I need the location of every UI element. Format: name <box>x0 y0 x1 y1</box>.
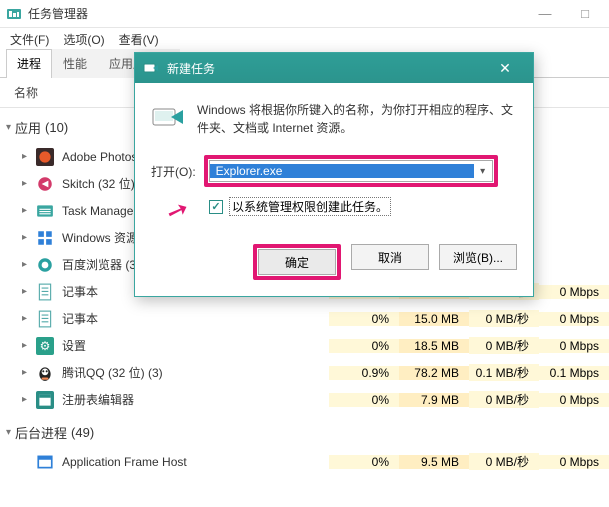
cell-disk: 0 MB/秒 <box>469 391 539 408</box>
cell-net: 0 Mbps <box>539 393 609 407</box>
chevron-down-icon: ▾ <box>6 427 11 438</box>
cell-mem: 9.5 MB <box>399 455 469 469</box>
new-task-dialog: 新建任务 ✕ Windows 将根据你所键入的名称，为你打开相应的程序、文件夹、… <box>134 52 534 297</box>
notepad-icon <box>36 310 54 328</box>
gear-icon: ⚙ <box>36 337 54 355</box>
chevron-down-icon[interactable]: ▾ <box>474 166 492 177</box>
table-row[interactable]: ▸ ⚙ 设置 0% 18.5 MB 0 MB/秒 0 Mbps <box>0 332 609 359</box>
open-label: 打开(O): <box>151 163 196 180</box>
chevron-right-icon: ▸ <box>22 178 30 189</box>
tab-performance[interactable]: 性能 <box>52 49 98 78</box>
menubar: 文件(F) 选项(O) 查看(V) <box>0 28 609 50</box>
cell-cpu: 0% <box>329 312 399 326</box>
chevron-right-icon: ▸ <box>22 232 30 243</box>
cell-net: 0 Mbps <box>539 455 609 469</box>
cell-mem: 18.5 MB <box>399 339 469 353</box>
cell-cpu: 0% <box>329 455 399 469</box>
task-manager-icon <box>6 6 22 22</box>
cell-net: 0 Mbps <box>539 285 609 299</box>
row-name: 腾讯QQ (32 位) (3) <box>62 364 329 381</box>
menu-options[interactable]: 选项(O) <box>63 31 104 48</box>
cell-cpu: 0% <box>329 339 399 353</box>
chevron-right-icon: ▸ <box>22 151 30 162</box>
app-icon <box>36 202 54 220</box>
dialog-title: 新建任务 <box>167 60 485 77</box>
chevron-right-icon: ▸ <box>22 313 30 324</box>
admin-checkbox[interactable]: ✓ <box>209 200 223 214</box>
window-title: 任务管理器 <box>28 5 525 22</box>
admin-checkbox-label[interactable]: 以系统管理权限创建此任务。 <box>229 197 391 216</box>
group-apps-count: (10) <box>45 120 68 135</box>
tab-processes[interactable]: 进程 <box>6 49 52 78</box>
run-icon <box>143 60 159 76</box>
table-row[interactable]: Application Frame Host 0% 9.5 MB 0 MB/秒 … <box>0 448 609 475</box>
app-icon <box>36 148 54 166</box>
close-button[interactable]: ✕ <box>485 54 525 82</box>
row-name: 记事本 <box>62 310 329 327</box>
row-name: 设置 <box>62 337 329 354</box>
cell-cpu: 0% <box>329 393 399 407</box>
table-row[interactable]: ▸ 腾讯QQ (32 位) (3) 0.9% 78.2 MB 0.1 MB/秒 … <box>0 359 609 386</box>
cell-disk: 0 MB/秒 <box>469 310 539 327</box>
dialog-titlebar[interactable]: 新建任务 ✕ <box>135 53 533 83</box>
ok-button-highlight: 确定 <box>253 244 341 280</box>
regedit-icon <box>36 391 54 409</box>
ok-button[interactable]: 确定 <box>258 249 336 275</box>
dialog-description: Windows 将根据你所键入的名称，为你打开相应的程序、文件夹、文档或 Int… <box>197 101 517 137</box>
group-background[interactable]: ▾ 后台进程 (49) <box>0 413 609 448</box>
cell-disk: 0.1 MB/秒 <box>469 364 539 381</box>
browse-button[interactable]: 浏览(B)... <box>439 244 517 270</box>
cell-net: 0 Mbps <box>539 339 609 353</box>
app-icon <box>36 256 54 274</box>
group-bg-count: (49) <box>71 425 94 440</box>
cancel-button[interactable]: 取消 <box>351 244 429 270</box>
group-bg-label: 后台进程 <box>15 423 67 442</box>
open-combobox[interactable]: ▾ <box>209 160 493 182</box>
table-row[interactable]: ▸ 记事本 0% 15.0 MB 0 MB/秒 0 Mbps <box>0 305 609 332</box>
cell-mem: 15.0 MB <box>399 312 469 326</box>
group-apps-label: 应用 <box>15 118 41 137</box>
titlebar: 任务管理器 — □ <box>0 0 609 28</box>
chevron-right-icon: ▸ <box>22 367 30 378</box>
chevron-right-icon: ▸ <box>22 340 30 351</box>
annotation-arrow-icon: ➚ <box>162 192 193 229</box>
cell-cpu: 0.9% <box>329 366 399 380</box>
row-name: 注册表编辑器 <box>62 391 329 408</box>
minimize-button[interactable]: — <box>525 2 565 26</box>
chevron-down-icon: ▾ <box>6 122 11 133</box>
table-row[interactable]: ▸ 注册表编辑器 0% 7.9 MB 0 MB/秒 0 Mbps <box>0 386 609 413</box>
menu-view[interactable]: 查看(V) <box>119 31 159 48</box>
app-icon <box>36 175 54 193</box>
cell-net: 0.1 Mbps <box>539 366 609 380</box>
notepad-icon <box>36 283 54 301</box>
chevron-right-icon: ▸ <box>22 394 30 405</box>
app-frame-icon <box>36 453 54 471</box>
row-name: Application Frame Host <box>62 455 329 469</box>
cell-net: 0 Mbps <box>539 312 609 326</box>
open-input[interactable] <box>210 164 474 178</box>
cell-disk: 0 MB/秒 <box>469 337 539 354</box>
run-large-icon <box>151 101 185 135</box>
chevron-right-icon: ▸ <box>22 259 30 270</box>
cell-disk: 0 MB/秒 <box>469 453 539 470</box>
open-input-highlight: ▾ <box>204 155 498 187</box>
maximize-button[interactable]: □ <box>565 2 605 26</box>
qq-icon <box>36 364 54 382</box>
chevron-right-icon: ▸ <box>22 205 30 216</box>
app-icon <box>36 229 54 247</box>
chevron-right-icon: ▸ <box>22 286 30 297</box>
menu-file[interactable]: 文件(F) <box>10 31 49 48</box>
cell-mem: 7.9 MB <box>399 393 469 407</box>
cell-mem: 78.2 MB <box>399 366 469 380</box>
